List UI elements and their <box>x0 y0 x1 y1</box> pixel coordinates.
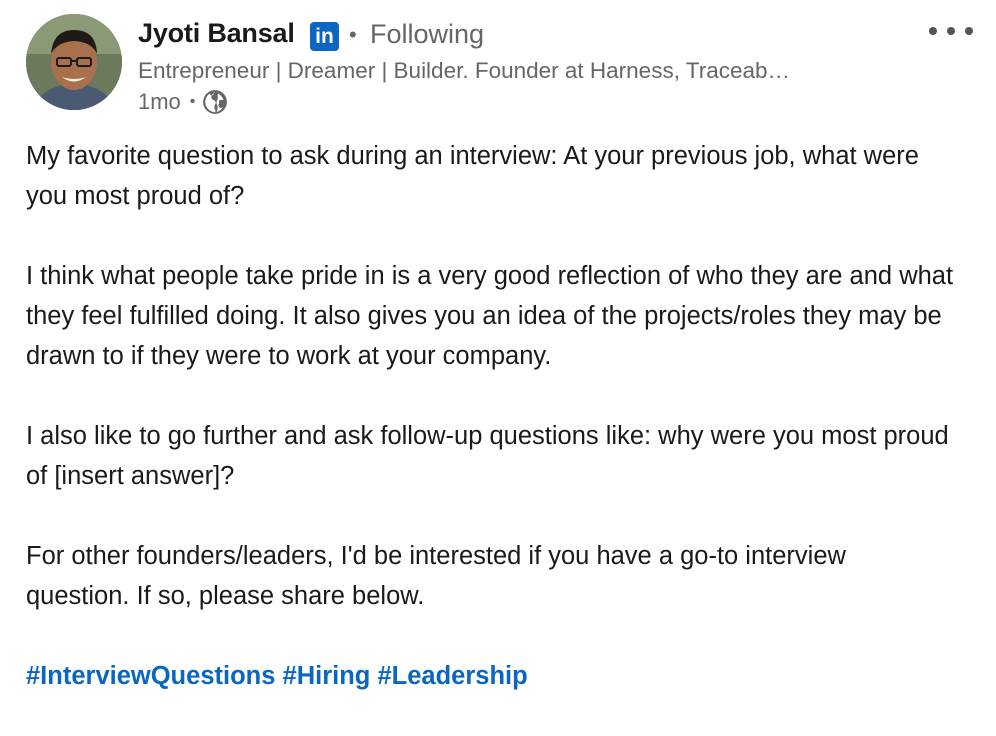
author-headline: Entrepreneur | Dreamer | Builder. Founde… <box>138 58 790 83</box>
more-options-icon[interactable] <box>926 18 976 44</box>
globe-icon <box>202 89 228 115</box>
post-meta: 1mo • <box>138 89 228 115</box>
author-avatar[interactable] <box>26 14 122 110</box>
post-time: 1mo <box>138 89 181 114</box>
post-paragraph: I also like to go further and ask follow… <box>26 422 949 490</box>
linkedin-post: Jyoti Bansal in • Following Entrepreneur… <box>0 0 996 736</box>
name-separator: • <box>349 22 357 47</box>
author-name[interactable]: Jyoti Bansal <box>138 18 295 49</box>
linkedin-icon: in <box>310 22 339 51</box>
hashtag-hiring[interactable]: #Hiring <box>283 662 371 690</box>
post-body: My favorite question to ask during an in… <box>26 136 956 696</box>
hashtag-interviewquestions[interactable]: #InterviewQuestions <box>26 662 275 690</box>
meta-separator: • <box>189 93 196 110</box>
following-status[interactable]: Following <box>370 19 484 50</box>
more-dot <box>947 27 955 35</box>
hashtag-leadership[interactable]: #Leadership <box>377 662 527 690</box>
hashtag-list: #InterviewQuestions #Hiring #Leadership <box>26 656 956 696</box>
post-paragraph: I think what people take pride in is a v… <box>26 262 954 370</box>
post-paragraph: For other founders/leaders, I'd be inter… <box>26 542 846 610</box>
avatar-photo <box>26 14 122 110</box>
post-paragraph: My favorite question to ask during an in… <box>26 142 919 210</box>
more-dot <box>929 27 937 35</box>
more-dot <box>965 27 973 35</box>
